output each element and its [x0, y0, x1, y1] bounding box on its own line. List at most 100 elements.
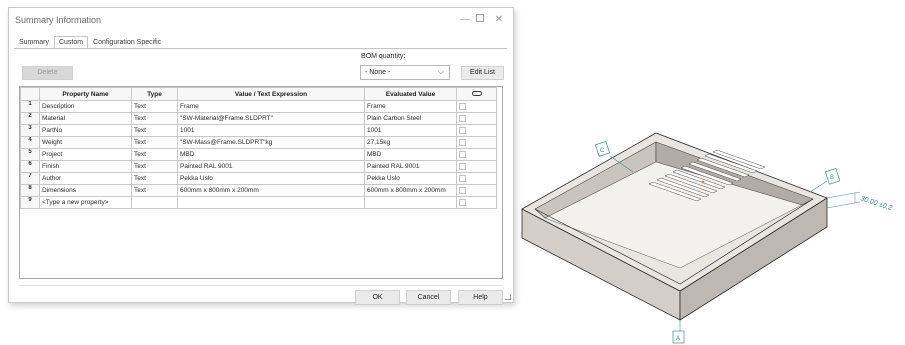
table-row[interactable]: 8 Dimensions Text 600mm x 800mm x 200mm …: [20, 184, 497, 197]
link-checkbox-cell[interactable]: [456, 196, 497, 209]
close-icon[interactable]: ✕: [491, 13, 507, 27]
link-checkbox-cell[interactable]: [456, 160, 497, 173]
row-number[interactable]: 7: [20, 172, 40, 185]
value-cell[interactable]: MBD: [177, 148, 365, 161]
value-cell[interactable]: 1001: [177, 124, 365, 137]
table-row[interactable]: 6 Finish Text Painted RAL 9001 Painted R…: [20, 160, 497, 173]
row-number[interactable]: 4: [20, 136, 40, 149]
evaluated-value-cell: Frame: [364, 100, 457, 113]
link-checkbox-cell[interactable]: [456, 124, 497, 137]
evaluated-value-cell: 600mm x 800mm x 200mm: [364, 184, 457, 197]
row-number[interactable]: 2: [20, 112, 40, 125]
link-checkbox[interactable]: [459, 139, 466, 146]
link-checkbox-cell[interactable]: [456, 184, 497, 197]
link-checkbox[interactable]: [459, 103, 466, 110]
column-header-type[interactable]: Type: [131, 87, 178, 101]
callout-label-a: A: [676, 336, 680, 342]
thickness-dimension[interactable]: 30.00 ±0.2: [826, 191, 893, 212]
evaluated-value-cell: MBD: [364, 148, 457, 161]
column-header-rownum: [20, 87, 40, 101]
column-header-property-name[interactable]: Property Name: [39, 87, 132, 101]
link-checkbox[interactable]: [459, 199, 466, 206]
table-row[interactable]: 5 Project Text MBD MBD: [20, 148, 497, 161]
bom-quantity-select[interactable]: - None - ⌵: [360, 65, 450, 80]
new-property-input[interactable]: <Type a new property>: [39, 196, 132, 209]
link-checkbox-cell[interactable]: [456, 112, 497, 125]
cancel-button[interactable]: Cancel: [406, 290, 451, 305]
type-cell[interactable]: Text: [131, 148, 178, 161]
table-row[interactable]: 3 PartNo Text 1001 1001: [20, 124, 497, 137]
row-number[interactable]: 5: [20, 148, 40, 161]
row-number[interactable]: 8: [20, 184, 40, 197]
evaluated-value-cell: Pekka Uslo: [364, 172, 457, 185]
value-cell[interactable]: "SW-Mass@Frame.SLDPRT"kg: [177, 136, 365, 149]
resize-grip-icon[interactable]: [505, 294, 511, 300]
bom-quantity-label: BOM quantity:: [361, 53, 406, 60]
column-header-link[interactable]: [456, 87, 497, 101]
property-name-cell[interactable]: Material: [39, 112, 132, 125]
callout-a[interactable]: A: [672, 320, 685, 344]
value-cell[interactable]: [177, 196, 365, 209]
type-cell[interactable]: Text: [131, 160, 178, 173]
value-cell[interactable]: Painted RAL 9001: [177, 160, 365, 173]
minimize-icon[interactable]: —: [457, 13, 473, 27]
type-cell[interactable]: Text: [131, 184, 178, 197]
window-title: Summary Information: [15, 15, 102, 25]
delete-button[interactable]: Delete: [22, 66, 73, 80]
type-cell[interactable]: Text: [131, 112, 178, 125]
evaluated-value-cell: [364, 196, 457, 209]
link-checkbox-cell[interactable]: [456, 136, 497, 149]
horizontal-scrollbar[interactable]: [19, 285, 503, 286]
link-checkbox[interactable]: [459, 115, 466, 122]
value-cell[interactable]: 600mm x 800mm x 200mm: [177, 184, 365, 197]
property-name-cell[interactable]: Dimensions: [39, 184, 132, 197]
link-icon: [471, 90, 482, 96]
row-number[interactable]: 1: [20, 100, 40, 113]
row-number[interactable]: 3: [20, 124, 40, 137]
type-cell[interactable]: [131, 196, 178, 209]
link-checkbox-cell[interactable]: [456, 148, 497, 161]
evaluated-value-cell: 27,15kg: [364, 136, 457, 149]
link-checkbox[interactable]: [459, 127, 466, 134]
bom-quantity-value: - None -: [365, 69, 391, 76]
model-drawing: C B A 30.00 ±0.2: [521, 132, 893, 344]
property-name-cell[interactable]: Author: [39, 172, 132, 185]
type-cell[interactable]: Text: [131, 124, 178, 137]
maximize-icon[interactable]: [472, 13, 488, 27]
column-header-evaluated-value[interactable]: Evaluated Value: [364, 87, 457, 101]
tab-divider: [14, 48, 507, 49]
callout-c[interactable]: B: [809, 167, 841, 193]
link-checkbox[interactable]: [459, 163, 466, 170]
row-number[interactable]: 9: [20, 196, 40, 209]
custom-properties-grid: Property Name Type Value / Text Expressi…: [19, 86, 503, 279]
property-name-cell[interactable]: Finish: [39, 160, 132, 173]
link-checkbox[interactable]: [459, 175, 466, 182]
help-button[interactable]: Help: [458, 290, 503, 305]
link-checkbox-cell[interactable]: [456, 172, 497, 185]
new-property-row[interactable]: 9 <Type a new property>: [20, 196, 497, 209]
value-cell[interactable]: Pekka Uslo: [177, 172, 365, 185]
type-cell[interactable]: Text: [131, 136, 178, 149]
link-checkbox-cell[interactable]: [456, 100, 497, 113]
property-name-cell[interactable]: Project: [39, 148, 132, 161]
column-header-value[interactable]: Value / Text Expression: [177, 87, 365, 101]
property-name-cell[interactable]: PartNo: [39, 124, 132, 137]
table-row[interactable]: 2 Material Text "SW-Material@Frame.SLDPR…: [20, 112, 497, 125]
row-number[interactable]: 6: [20, 160, 40, 173]
table-row[interactable]: 7 Author Text Pekka Uslo Pekka Uslo: [20, 172, 497, 185]
dimension-value: 30.00 ±0.2: [859, 195, 893, 212]
edit-list-button[interactable]: Edit List: [461, 66, 504, 80]
property-name-cell[interactable]: Weight: [39, 136, 132, 149]
ok-button[interactable]: OK: [355, 290, 400, 305]
title-bar[interactable]: Summary Information — ✕: [9, 8, 513, 34]
link-checkbox[interactable]: [459, 151, 466, 158]
value-cell[interactable]: "SW-Material@Frame.SLDPRT": [177, 112, 365, 125]
type-cell[interactable]: Text: [131, 172, 178, 185]
link-checkbox[interactable]: [459, 187, 466, 194]
evaluated-value-cell: Plain Carbon Steel: [364, 112, 457, 125]
type-cell[interactable]: Text: [131, 100, 178, 113]
property-name-cell[interactable]: Description: [39, 100, 132, 113]
table-row[interactable]: 1 Description Text Frame Frame: [20, 100, 497, 113]
value-cell[interactable]: Frame: [177, 100, 365, 113]
table-row[interactable]: 4 Weight Text "SW-Mass@Frame.SLDPRT"kg 2…: [20, 136, 497, 149]
